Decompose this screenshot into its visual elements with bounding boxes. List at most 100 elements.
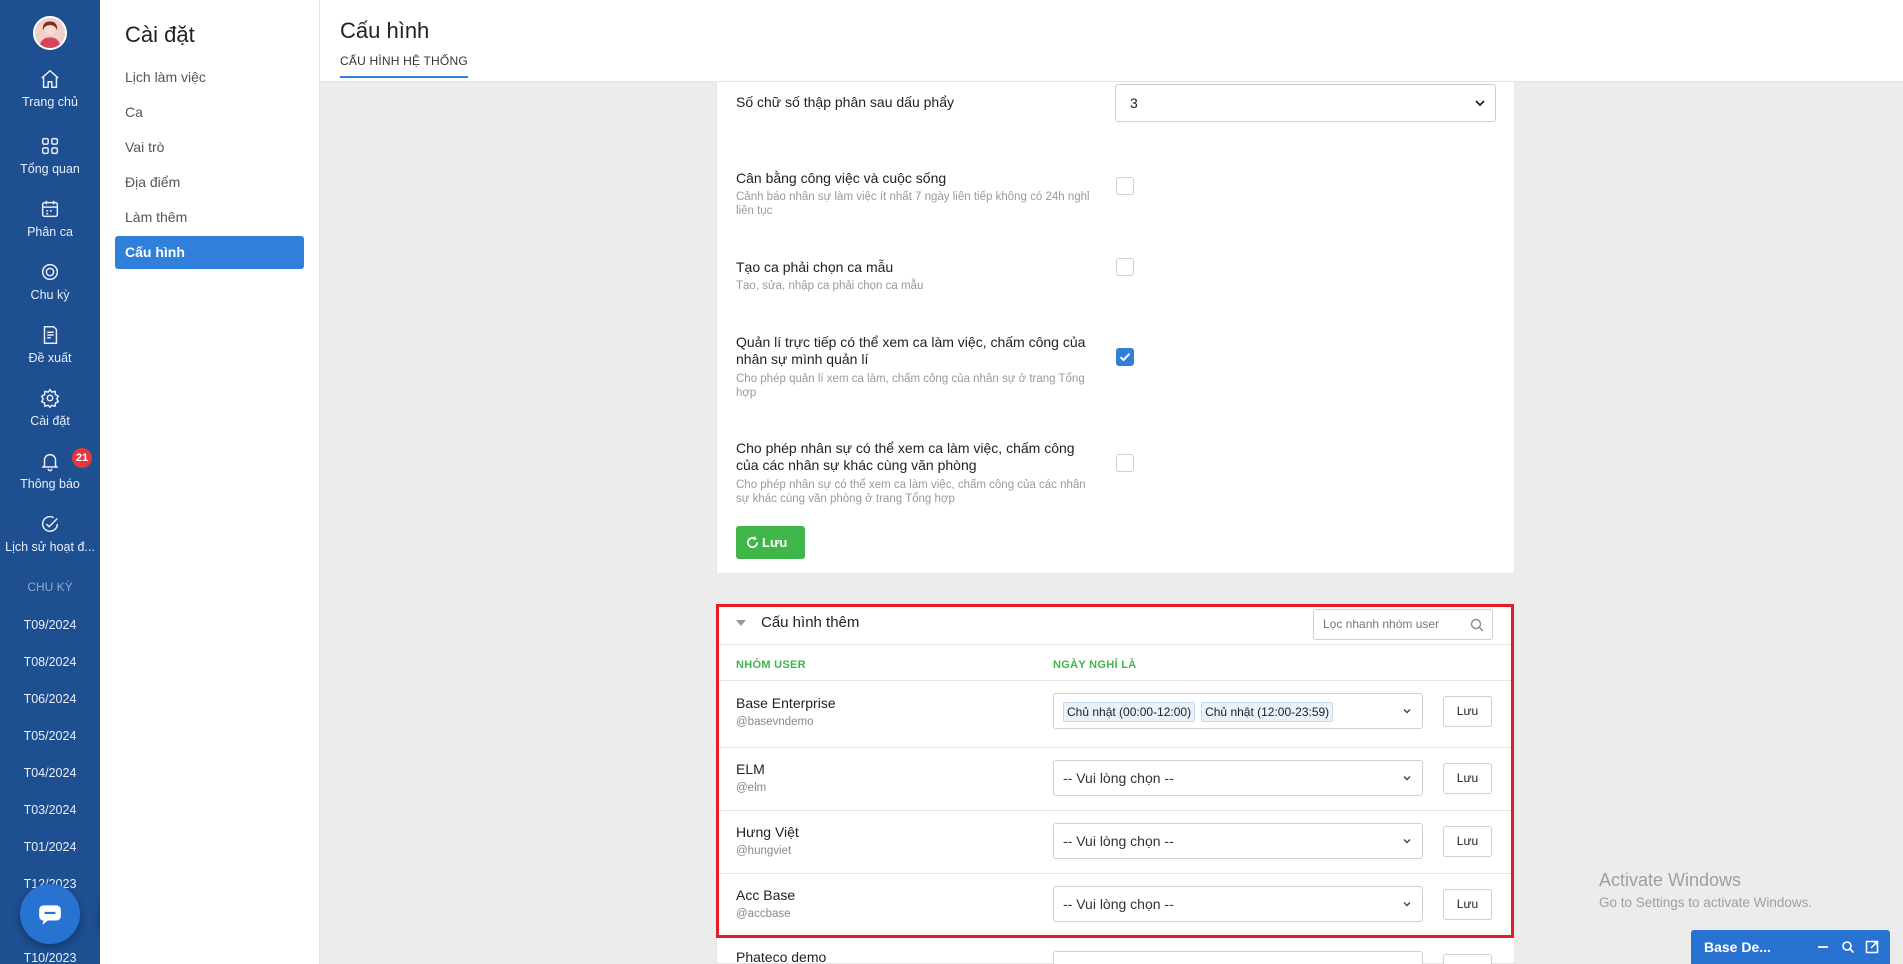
option-checkbox-colleague-view[interactable]: [1116, 454, 1134, 472]
option-desc: Tạo, sửa, nhập ca phải chọn ca mẫu: [736, 280, 924, 292]
nav-shift[interactable]: Phân ca: [0, 198, 100, 258]
minimize-icon[interactable]: [1816, 940, 1830, 954]
cycle-item[interactable]: T09/2024: [0, 618, 100, 632]
group-name: Base Enterprise: [736, 695, 836, 711]
settings-title: Cài đặt: [125, 22, 195, 47]
watermark-line2: Go to Settings to activate Windows.: [1599, 895, 1813, 910]
chat-button[interactable]: [20, 884, 80, 944]
dayoff-select[interactable]: -- Vui lòng chọn --: [1053, 951, 1423, 964]
row-save-button[interactable]: Lưu: [1443, 763, 1492, 794]
cycle-item[interactable]: T01/2024: [0, 840, 100, 854]
dayoff-select[interactable]: -- Vui lòng chọn --: [1053, 760, 1423, 796]
cycle-item[interactable]: T03/2024: [0, 803, 100, 817]
save-button[interactable]: Lưu: [736, 526, 805, 559]
nav-proposal[interactable]: Đề xuất: [0, 324, 100, 384]
group-handle: @elm: [736, 782, 767, 794]
cycle-item[interactable]: T05/2024: [0, 729, 100, 743]
decimal-value: 3: [1130, 95, 1138, 111]
group-filter-placeholder: Lọc nhanh nhóm user: [1323, 617, 1440, 631]
checkmark-icon: [1119, 353, 1131, 362]
decimal-select[interactable]: 3: [1115, 84, 1496, 122]
sidebar-item-work-schedule[interactable]: Lịch làm việc: [115, 61, 304, 94]
nav-overview-label: Tổng quan: [20, 162, 80, 176]
option-title: Tạo ca phải chọn ca mẫu: [736, 259, 894, 275]
target-icon: [39, 261, 61, 283]
chat-bubble-icon: [39, 905, 61, 925]
nav-cycle-label: Chu kỳ: [30, 288, 70, 302]
nav-notifications-label: Thông báo: [20, 477, 80, 491]
sidebar-item-role[interactable]: Vai trò: [115, 131, 304, 164]
user-avatar[interactable]: [33, 16, 67, 50]
group-handle: @basevndemo: [736, 716, 814, 728]
col-head-group: NHÓM USER: [736, 659, 806, 671]
dayoff-placeholder: -- Vui lòng chọn --: [1063, 833, 1174, 849]
divider: [717, 810, 1514, 811]
bell-icon: [39, 450, 61, 472]
cycle-item[interactable]: T04/2024: [0, 766, 100, 780]
search-icon[interactable]: [1841, 940, 1855, 954]
notification-badge: 21: [72, 448, 92, 468]
option-title: Cho phép nhân sự có thể xem ca làm việc,…: [736, 440, 1075, 473]
nav-notifications[interactable]: 21 Thông báo: [0, 448, 100, 510]
dayoff-tag[interactable]: Chủ nhật (00:00-12:00): [1063, 702, 1196, 723]
cycle-item[interactable]: T08/2024: [0, 655, 100, 669]
group-name: Hưng Việt: [736, 824, 799, 840]
dayoff-select[interactable]: -- Vui lòng chọn --: [1053, 886, 1423, 922]
option-checkbox-manager-view[interactable]: [1116, 348, 1134, 366]
chevron-down-icon: [1403, 839, 1411, 844]
refresh-icon: [747, 536, 758, 548]
document-icon: [39, 324, 61, 346]
extra-config-card: Cấu hình thêm Lọc nhanh nhóm user NHÓM U…: [716, 603, 1515, 964]
sidebar-item-config[interactable]: Cấu hình: [115, 236, 304, 269]
search-icon: [1470, 618, 1484, 632]
row-save-button[interactable]: Lưu: [1443, 696, 1492, 727]
system-config-card: Số chữ số thập phân sau dấu phẩy 3 Cân b…: [716, 82, 1515, 574]
dayoff-placeholder: -- Vui lòng chọn --: [1063, 896, 1174, 912]
nav-shift-label: Phân ca: [27, 225, 73, 239]
page-header: Cấu hình CẤU HÌNH HỆ THỐNG: [320, 0, 1903, 82]
cycle-item[interactable]: T06/2024: [0, 692, 100, 706]
nav-home-label: Trang chủ: [22, 95, 78, 109]
dayoff-select[interactable]: -- Vui lòng chọn --: [1053, 823, 1423, 859]
cycle-item[interactable]: T10/2023: [0, 951, 100, 964]
nav-activity-history-label: Lịch sử hoạt đ...: [5, 540, 95, 554]
dayoff-tag[interactable]: Chủ nhật (12:00-23:59): [1201, 702, 1334, 723]
option-desc: Cho phép quản lí xem ca làm, chấm công c…: [736, 373, 1085, 399]
tab-system-config[interactable]: CẤU HÌNH HỆ THỐNG: [340, 54, 468, 78]
cycle-heading: CHU KỲ: [27, 580, 73, 594]
nav-activity-history[interactable]: Lịch sử hoạt đ...: [0, 513, 100, 573]
nav-settings[interactable]: Cài đặt: [0, 387, 100, 447]
mini-chat-bar[interactable]: Base De...: [1691, 930, 1890, 964]
option-checkbox-work-life-balance[interactable]: [1116, 177, 1134, 195]
option-desc: Cảnh báo nhân sự làm việc ít nhất 7 ngày…: [736, 191, 1090, 217]
row-save-button[interactable]: Lưu: [1443, 954, 1492, 964]
option-checkbox-template-shift[interactable]: [1116, 258, 1134, 276]
row-save-button[interactable]: Lưu: [1443, 826, 1492, 857]
group-filter-input[interactable]: Lọc nhanh nhóm user: [1313, 609, 1493, 640]
row-save-button[interactable]: Lưu: [1443, 889, 1492, 920]
expand-icon[interactable]: [1865, 940, 1879, 954]
chevron-down-icon: [1475, 100, 1485, 107]
divider: [717, 644, 1514, 645]
col-head-dayoff: NGÀY NGHỈ LÀ: [1053, 659, 1137, 671]
caret-down-icon[interactable]: [736, 618, 746, 628]
nav-settings-label: Cài đặt: [30, 414, 70, 428]
sidebar-item-shift[interactable]: Ca: [115, 96, 304, 129]
nav-home[interactable]: Trang chủ: [0, 68, 100, 128]
nav-cycle[interactable]: Chu kỳ: [0, 261, 100, 321]
divider: [717, 680, 1514, 681]
main-nav-rail: Trang chủ Tổng quan Phân ca Chu kỳ Đề xu…: [0, 0, 100, 964]
dayoff-select[interactable]: Chủ nhật (00:00-12:00) Chủ nhật (12:00-23…: [1053, 693, 1423, 729]
divider: [717, 873, 1514, 874]
mini-chat-title: Base De...: [1704, 939, 1771, 955]
page-title: Cấu hình: [340, 18, 430, 43]
chevron-down-icon: [1403, 776, 1411, 781]
extra-config-title: Cấu hình thêm: [761, 614, 860, 631]
divider: [717, 747, 1514, 748]
nav-overview[interactable]: Tổng quan: [0, 135, 100, 195]
sidebar-item-location[interactable]: Địa điểm: [115, 166, 304, 199]
sidebar-item-overtime[interactable]: Làm thêm: [115, 201, 304, 234]
home-icon: [39, 68, 61, 90]
option-title: Quản lí trực tiếp có thể xem ca làm việc…: [736, 334, 1086, 367]
gear-icon: [39, 387, 61, 409]
